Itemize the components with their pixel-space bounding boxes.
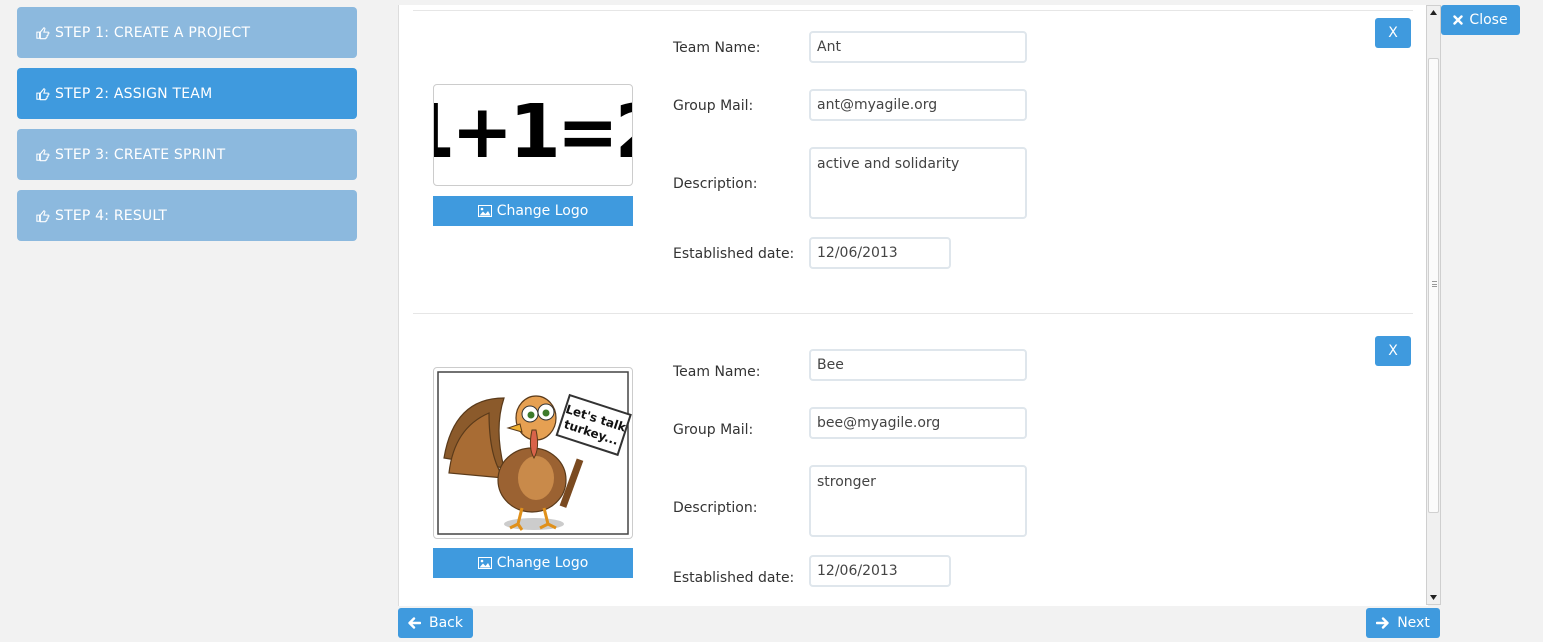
team-name-label: Team Name:	[673, 364, 761, 380]
divider	[413, 10, 1413, 11]
back-label: Back	[429, 615, 463, 631]
group-mail-label: Group Mail:	[673, 98, 754, 114]
step-assign-team[interactable]: STEP 2: ASSIGN TEAM	[17, 68, 357, 119]
description-textarea[interactable]: active and solidarity	[809, 147, 1027, 219]
step-label: STEP 3: CREATE SPRINT	[55, 146, 226, 163]
description-label: Description:	[673, 500, 758, 516]
back-button[interactable]: Back	[398, 608, 473, 638]
team-list-panel: 1+1=2 Change Logo Team Name: Group Mail:…	[398, 5, 1428, 606]
arrow-right-icon	[1376, 617, 1389, 629]
change-logo-label: Change Logo	[496, 203, 589, 219]
logo-image: 1+1=2	[404, 89, 666, 175]
group-mail-label: Group Mail:	[673, 422, 754, 438]
arrow-left-icon	[408, 617, 421, 629]
next-label: Next	[1397, 615, 1430, 631]
description-label: Description:	[673, 176, 758, 192]
scrollbar[interactable]	[1426, 5, 1441, 605]
step-label: STEP 4: RESULT	[55, 207, 168, 224]
team-logo: Let's talk turkey...	[433, 367, 633, 539]
close-label: Close	[1469, 12, 1508, 28]
established-date-label: Established date:	[673, 570, 795, 586]
close-button[interactable]: Close	[1441, 5, 1520, 35]
description-textarea[interactable]: stronger	[809, 465, 1027, 537]
step-create-sprint[interactable]: STEP 3: CREATE SPRINT	[17, 129, 357, 180]
divider	[413, 313, 1413, 314]
team-name-input[interactable]	[809, 349, 1027, 381]
established-date-input[interactable]	[809, 555, 951, 587]
scroll-up-arrow-icon[interactable]	[1427, 6, 1440, 19]
team-name-input[interactable]	[809, 31, 1027, 63]
group-mail-input[interactable]	[809, 89, 1027, 121]
step-create-project[interactable]: STEP 1: CREATE A PROJECT	[17, 7, 357, 58]
team-name-label: Team Name:	[673, 40, 761, 56]
wizard-steps: STEP 1: CREATE A PROJECT STEP 2: ASSIGN …	[17, 7, 357, 251]
step-label: STEP 2: ASSIGN TEAM	[55, 85, 213, 102]
next-button[interactable]: Next	[1366, 608, 1440, 638]
hand-pointer-icon	[36, 26, 50, 39]
team-logo: 1+1=2	[404, 84, 666, 186]
step-label: STEP 1: CREATE A PROJECT	[55, 24, 251, 41]
close-icon	[1453, 15, 1464, 25]
scrollbar-thumb[interactable]	[1428, 58, 1439, 513]
group-mail-input[interactable]	[809, 407, 1027, 439]
logo-text: 1+1=2	[434, 89, 632, 175]
hand-pointer-icon	[36, 209, 50, 222]
remove-team-button[interactable]: X	[1375, 336, 1411, 366]
established-date-input[interactable]	[809, 237, 951, 269]
change-logo-button[interactable]: Change Logo	[433, 548, 633, 578]
hand-pointer-icon	[36, 87, 50, 100]
change-logo-label: Change Logo	[496, 555, 589, 571]
scroll-down-arrow-icon[interactable]	[1427, 591, 1440, 604]
change-logo-button[interactable]: Change Logo	[433, 196, 633, 226]
logo-image: Let's talk turkey...	[437, 371, 632, 535]
grip-icon	[1432, 281, 1437, 287]
image-icon	[477, 557, 492, 569]
established-date-label: Established date:	[673, 246, 795, 262]
hand-pointer-icon	[36, 148, 50, 161]
image-icon	[477, 205, 492, 217]
remove-team-button[interactable]: X	[1375, 18, 1411, 48]
step-result[interactable]: STEP 4: RESULT	[17, 190, 357, 241]
